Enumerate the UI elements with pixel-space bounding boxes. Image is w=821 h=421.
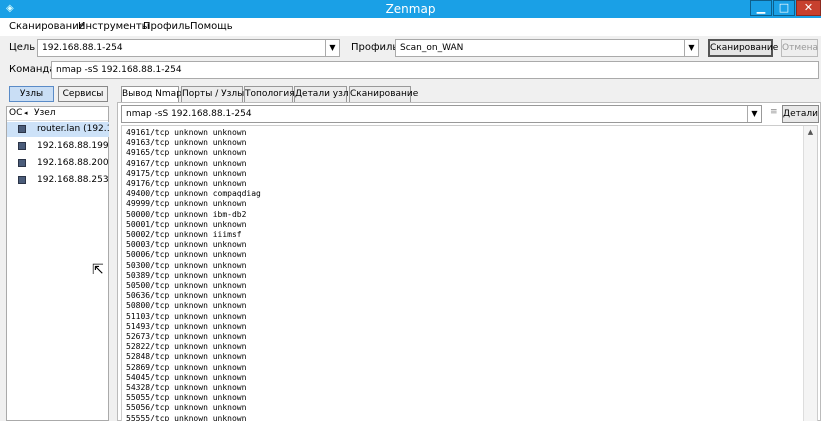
host-name: 192.168.88.253 bbox=[37, 175, 109, 185]
output-line: 49176/tcp unknown unknown bbox=[126, 179, 247, 189]
close-button[interactable]: ✕ bbox=[796, 0, 821, 16]
tab-host-details[interactable]: Детали узла bbox=[294, 86, 354, 102]
output-line: 54328/tcp unknown unknown bbox=[126, 383, 247, 393]
output-line: 50800/tcp unknown unknown bbox=[126, 301, 247, 311]
output-line: 49163/tcp unknown unknown bbox=[126, 138, 247, 148]
host-os-icon bbox=[18, 176, 26, 184]
output-line: 50003/tcp unknown unknown bbox=[126, 240, 247, 250]
output-line: 50000/tcp unknown ibm-db2 bbox=[126, 209, 247, 219]
host-row[interactable]: 192.168.88.199 bbox=[7, 139, 109, 154]
host-row[interactable]: 192.168.88.253 bbox=[7, 173, 109, 188]
output-line: 50300/tcp unknown unknown bbox=[126, 260, 247, 270]
profile-combobox[interactable]: Scan_on_WAN ▼ bbox=[395, 39, 699, 57]
output-line: 55055/tcp unknown unknown bbox=[126, 393, 247, 403]
command-input[interactable]: nmap -sS 192.168.88.1-254 bbox=[51, 61, 819, 79]
title-bar: ◈ Zenmap ▁ □ ✕ bbox=[0, 0, 821, 18]
services-tab-button[interactable]: Сервисы bbox=[58, 86, 108, 102]
scan-selector[interactable]: nmap -sS 192.168.88.1-254 ▼ bbox=[121, 105, 762, 123]
window-title: Zenmap bbox=[385, 2, 436, 16]
sort-arrow-icon: ◂ bbox=[24, 109, 28, 117]
host-row[interactable]: router.lan (192.168. bbox=[7, 122, 109, 137]
hosts-panel: Узлы Сервисы ОС ◂ Узел router.lan (192. 1… bbox=[6, 84, 109, 421]
host-name: 192.168.88.199 bbox=[37, 141, 109, 151]
output-line: 49161/tcp unknown unknown bbox=[126, 128, 247, 137]
output-line: 49400/tcp unknown compaqdiag bbox=[126, 189, 261, 199]
output-line: 49165/tcp unknown unknown bbox=[126, 148, 247, 158]
output-line: 50636/tcp unknown unknown bbox=[126, 291, 247, 301]
target-label: Цель bbox=[9, 42, 36, 53]
host-os-icon bbox=[18, 125, 26, 133]
menu-help[interactable]: Помощь bbox=[190, 21, 233, 32]
column-host[interactable]: Узел bbox=[34, 108, 56, 118]
chevron-down-icon[interactable]: ▼ bbox=[684, 40, 698, 56]
output-line: 49167/tcp unknown unknown bbox=[126, 158, 247, 168]
output-line: 50001/tcp unknown unknown bbox=[126, 219, 247, 229]
nmap-output-panel: nmap -sS 192.168.88.1-254 ▼ ≡ Детали 491… bbox=[117, 102, 821, 421]
profile-label: Профиль bbox=[351, 42, 399, 53]
output-line: 55555/tcp unknown unknown bbox=[126, 413, 247, 421]
tab-nmap-output[interactable]: Вывод Nmap bbox=[121, 86, 182, 103]
mouse-cursor-icon: ⇱ bbox=[92, 262, 104, 278]
target-combobox[interactable]: 192.168.88.1-254 ▼ bbox=[37, 39, 340, 57]
output-line: 52822/tcp unknown unknown bbox=[126, 342, 247, 352]
host-os-icon bbox=[18, 159, 26, 167]
profile-value: Scan_on_WAN bbox=[400, 43, 464, 53]
output-line: 50002/tcp unknown iiimsf bbox=[126, 230, 242, 240]
command-value: nmap -sS 192.168.88.1-254 bbox=[56, 65, 182, 75]
grip-icon: ≡ bbox=[770, 107, 778, 117]
host-row[interactable]: 192.168.88.200 bbox=[7, 156, 109, 171]
output-line: 52673/tcp unknown unknown bbox=[126, 332, 247, 342]
output-line: 54045/tcp unknown unknown bbox=[126, 372, 247, 382]
output-lines: 49161/tcp unknown unknown 49163/tcp unkno… bbox=[126, 128, 261, 421]
output-line: 51103/tcp unknown unknown bbox=[126, 311, 247, 321]
chevron-down-icon[interactable]: ▼ bbox=[325, 40, 339, 56]
hosts-tab-button[interactable]: Узлы bbox=[9, 86, 54, 102]
output-line: 49999/tcp unknown unknown bbox=[126, 199, 247, 209]
command-label: Команда bbox=[9, 64, 56, 75]
output-line: 50500/tcp unknown unknown bbox=[126, 281, 247, 291]
host-name: router.lan (192.168. bbox=[37, 124, 109, 134]
menu-bar: Сканирование Инструменты Профиль Помощь bbox=[0, 18, 821, 36]
tab-scans[interactable]: Сканирование bbox=[349, 86, 418, 102]
tab-ports-hosts[interactable]: Порты / Узлы bbox=[181, 86, 244, 102]
output-line: 52869/tcp unknown unknown bbox=[126, 362, 247, 372]
menu-tools[interactable]: Инструменты bbox=[78, 21, 150, 32]
menu-profile[interactable]: Профиль bbox=[143, 21, 190, 32]
scan-selector-value: nmap -sS 192.168.88.1-254 bbox=[126, 109, 252, 119]
tab-topology[interactable]: Топология bbox=[244, 86, 295, 102]
scroll-up-icon[interactable]: ▲ bbox=[804, 128, 817, 136]
maximize-button[interactable]: □ bbox=[773, 0, 795, 16]
host-os-icon bbox=[18, 142, 26, 150]
chevron-down-icon[interactable]: ▼ bbox=[747, 106, 761, 122]
output-text[interactable]: 49161/tcp unknown unknown 49163/tcp unkno… bbox=[121, 125, 818, 421]
output-line: 50389/tcp unknown unknown bbox=[126, 270, 247, 280]
menu-scan[interactable]: Сканирование bbox=[9, 21, 85, 32]
output-line: 51493/tcp unknown unknown bbox=[126, 321, 247, 331]
output-line: 50006/tcp unknown unknown bbox=[126, 250, 247, 260]
cancel-button[interactable]: Отмена bbox=[781, 39, 818, 57]
host-name: 192.168.88.200 bbox=[37, 158, 109, 168]
host-list-header: ОС ◂ Узел bbox=[7, 107, 108, 121]
output-scrollbar[interactable]: ▲ bbox=[803, 126, 817, 421]
column-os[interactable]: ОС bbox=[9, 108, 22, 118]
details-button[interactable]: Детали bbox=[782, 105, 819, 123]
output-line: 49175/tcp unknown unknown bbox=[126, 168, 247, 178]
output-line: 52848/tcp unknown unknown bbox=[126, 352, 247, 362]
minimize-button[interactable]: ▁ bbox=[750, 0, 772, 16]
target-value: 192.168.88.1-254 bbox=[42, 43, 123, 53]
scan-button[interactable]: Сканирование bbox=[708, 39, 778, 57]
output-line: 55056/tcp unknown unknown bbox=[126, 403, 247, 413]
